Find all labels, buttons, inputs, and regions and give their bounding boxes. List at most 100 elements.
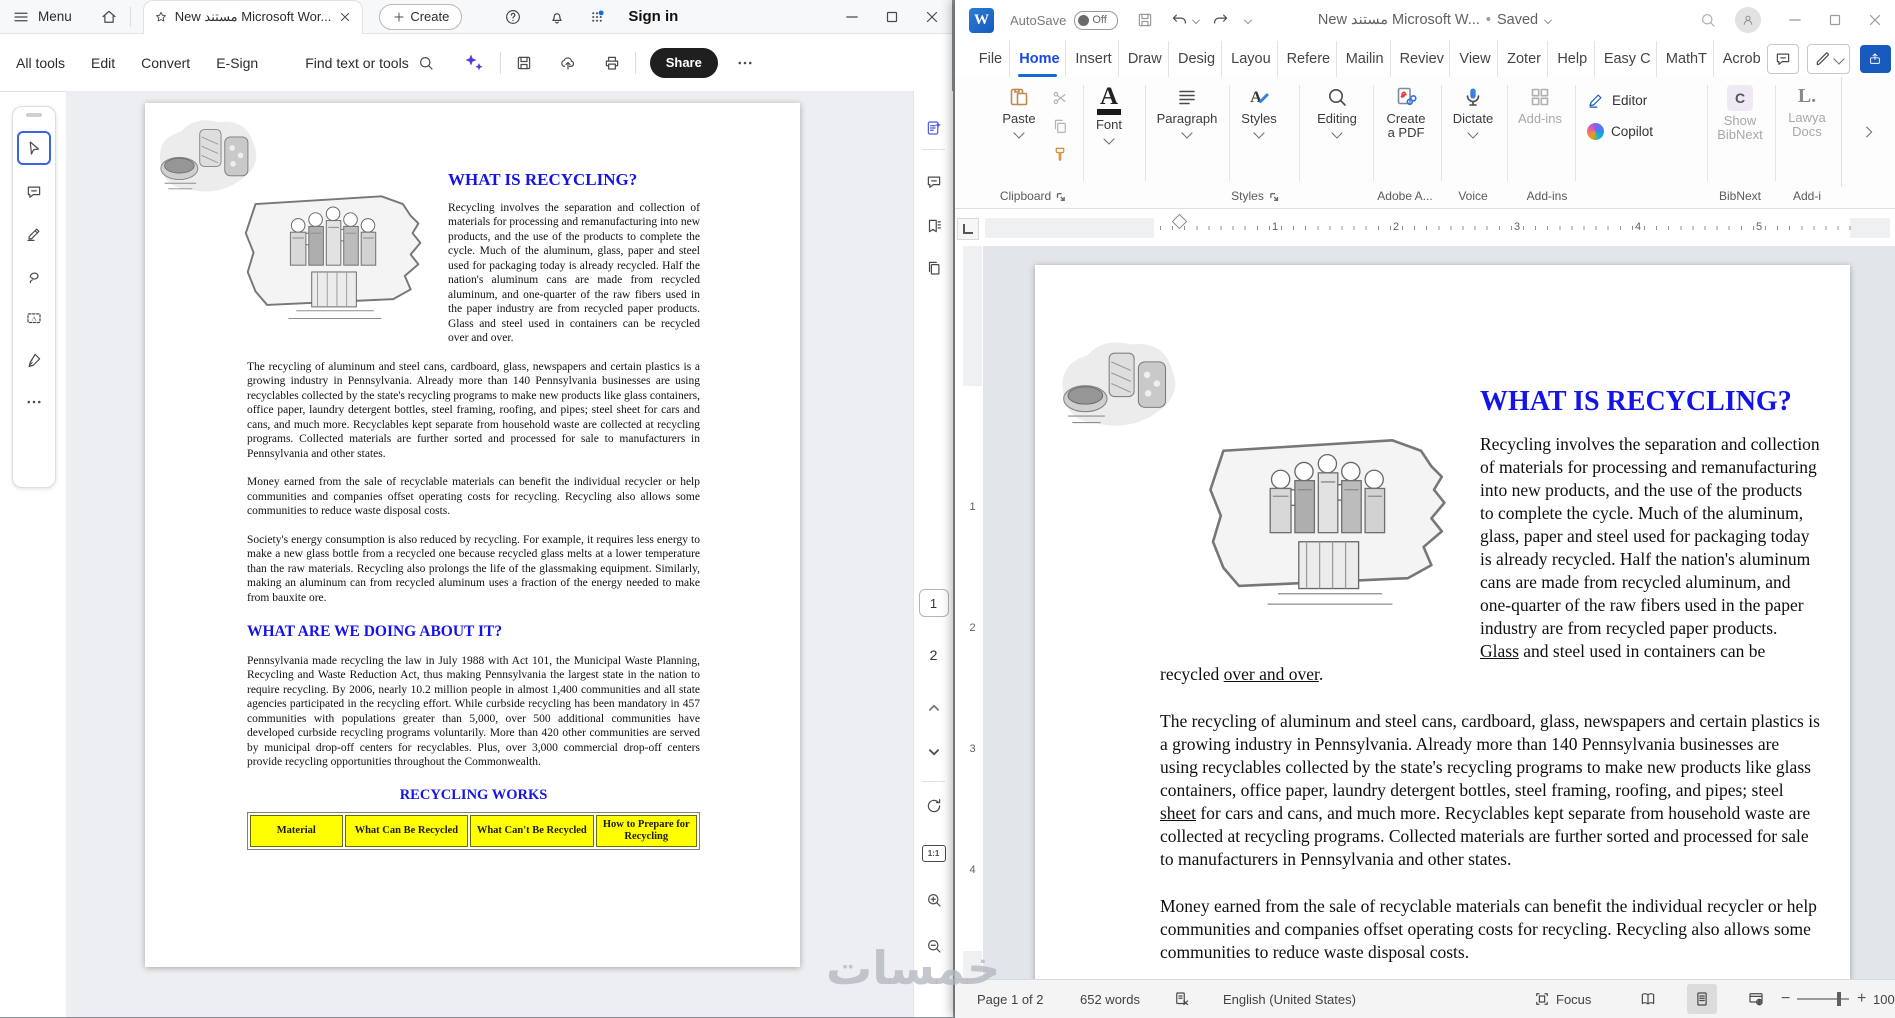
help-icon[interactable]: [504, 8, 522, 26]
create-pdf-button[interactable]: Createa PDF: [1377, 85, 1435, 140]
autosave-toggle[interactable]: Off: [1074, 11, 1118, 30]
undo-dropdown-icon[interactable]: [1192, 16, 1200, 24]
print-layout-button[interactable]: [1687, 980, 1717, 1018]
edit-button[interactable]: Edit: [87, 49, 119, 77]
copilot-button[interactable]: Copilot: [1587, 123, 1653, 140]
account-avatar[interactable]: [1735, 7, 1761, 33]
word-minimize-button[interactable]: [1775, 4, 1815, 37]
maximize-button[interactable]: [872, 0, 912, 33]
dictate-button[interactable]: Dictate: [1445, 85, 1501, 137]
next-page-button[interactable]: [914, 743, 953, 761]
zoom-in-control[interactable]: +: [1857, 980, 1866, 1018]
dialog-launcher-icon[interactable]: [1269, 191, 1279, 201]
quick-save-icon[interactable]: [1136, 11, 1154, 29]
tab-view[interactable]: View: [1450, 41, 1498, 77]
lawyaw-docs-button[interactable]: L. LawyaDocs: [1779, 85, 1835, 139]
current-page-box[interactable]: 1: [914, 589, 953, 617]
comment-tool[interactable]: [19, 177, 49, 207]
tab-references[interactable]: Refere: [1278, 41, 1337, 77]
sign-in-button[interactable]: Sign in: [628, 8, 678, 25]
fill-sign-tool[interactable]: [19, 345, 49, 375]
draw-tool[interactable]: [19, 261, 49, 291]
ai-assistant-icon[interactable]: [462, 51, 486, 75]
add-ins-button[interactable]: Add-ins: [1511, 85, 1569, 126]
more-tools[interactable]: [19, 387, 49, 417]
read-mode-button[interactable]: [1633, 980, 1663, 1018]
comments-panel-button[interactable]: [914, 173, 953, 191]
home-icon[interactable]: [100, 8, 118, 26]
pdf-page[interactable]: WHAT IS RECYCLING? Recycling involves th…: [145, 103, 800, 967]
create-button[interactable]: Create: [379, 4, 462, 30]
zoom-slider-thumb[interactable]: [1837, 992, 1841, 1006]
vertical-ruler[interactable]: 1 2 3 4: [963, 246, 982, 1017]
tab-draw[interactable]: Draw: [1119, 41, 1169, 77]
styles-group-button[interactable]: A Styles: [1233, 85, 1285, 137]
editor-button[interactable]: Editor: [1587, 91, 1653, 109]
font-group-button[interactable]: A Font: [1083, 85, 1135, 143]
zoom-slider[interactable]: [1797, 998, 1849, 1000]
word-page[interactable]: WHAT IS RECYCLING? Recycling involves th…: [1035, 265, 1850, 979]
rotate-page-button[interactable]: [914, 797, 953, 815]
comments-button[interactable]: [1767, 44, 1799, 74]
tab-selector[interactable]: [957, 218, 979, 240]
tab-file[interactable]: File: [970, 41, 1011, 77]
title-dropdown-icon[interactable]: [1544, 16, 1552, 24]
focus-mode-button[interactable]: Focus: [1533, 980, 1591, 1018]
word-close-button[interactable]: [1855, 4, 1895, 37]
cloud-upload-icon[interactable]: [559, 54, 577, 72]
all-tools-button[interactable]: All tools: [12, 49, 69, 77]
show-bibnext-button[interactable]: C ShowBibNext: [1711, 85, 1769, 142]
close-tab-icon[interactable]: [338, 10, 352, 24]
cut-icon[interactable]: [1051, 89, 1069, 107]
tab-review[interactable]: Reviev: [1391, 41, 1451, 77]
zoom-percent[interactable]: 100%: [1873, 980, 1895, 1018]
zoom-in-button[interactable]: [914, 891, 953, 909]
menu-button[interactable]: Menu: [38, 9, 72, 24]
previous-page-button[interactable]: [914, 699, 953, 717]
title-search-icon[interactable]: [1699, 11, 1717, 29]
document-tab[interactable]: New مستند Microsoft Wor...: [143, 0, 364, 34]
tab-home[interactable]: Home: [1010, 41, 1066, 77]
word-count[interactable]: 652 words: [1080, 980, 1140, 1018]
hamburger-menu-icon[interactable]: [12, 8, 30, 26]
more-commands-icon[interactable]: [1244, 16, 1252, 24]
editing-group-button[interactable]: Editing: [1307, 85, 1367, 137]
esign-button[interactable]: E-Sign: [212, 49, 262, 77]
tab-mathtype[interactable]: MathT: [1657, 41, 1714, 77]
apps-grid-icon[interactable]: [588, 8, 606, 26]
dialog-launcher-icon[interactable]: [1056, 191, 1066, 201]
web-layout-button[interactable]: [1741, 980, 1771, 1018]
proofing-status[interactable]: [1173, 980, 1191, 1018]
ribbon-scroll-right[interactable]: [1841, 77, 1895, 187]
word-page-content[interactable]: WHAT IS RECYCLING? Recycling involves th…: [1035, 265, 1850, 979]
rail-grip[interactable]: [26, 113, 42, 117]
format-painter-icon[interactable]: [1051, 145, 1069, 163]
tab-insert[interactable]: Insert: [1066, 41, 1118, 77]
select-tool[interactable]: [17, 131, 51, 165]
share-button[interactable]: Share: [650, 48, 718, 78]
undo-icon[interactable]: [1170, 11, 1188, 29]
ruler-track[interactable]: 1 2 3 4 5: [985, 218, 1890, 238]
tab-mailings[interactable]: Mailin: [1337, 41, 1391, 77]
editing-mode-button[interactable]: [1807, 44, 1850, 74]
tab-help[interactable]: Help: [1548, 41, 1594, 77]
save-icon[interactable]: [515, 54, 533, 72]
word-maximize-button[interactable]: [1815, 4, 1855, 37]
ai-assistant-panel-button[interactable]: [914, 119, 953, 137]
notifications-icon[interactable]: [548, 8, 566, 26]
add-text-tool[interactable]: A: [19, 303, 49, 333]
paragraph-group-button[interactable]: Paragraph: [1151, 85, 1223, 137]
tab-layout[interactable]: Layou: [1222, 41, 1277, 77]
print-icon[interactable]: [603, 54, 621, 72]
close-window-button[interactable]: [912, 0, 952, 33]
highlight-tool[interactable]: [19, 219, 49, 249]
tab-design[interactable]: Desig: [1169, 41, 1222, 77]
star-icon[interactable]: [154, 10, 168, 24]
share-doc-button[interactable]: [1860, 45, 1891, 73]
zoom-out-control[interactable]: −: [1781, 980, 1790, 1018]
tab-zotero[interactable]: Zoter: [1498, 41, 1548, 77]
actual-size-button[interactable]: 1:1: [914, 845, 953, 862]
minimize-button[interactable]: [832, 0, 872, 33]
tab-acrobat[interactable]: Acrob: [1714, 41, 1767, 77]
tab-easy-code[interactable]: Easy C: [1595, 41, 1657, 77]
